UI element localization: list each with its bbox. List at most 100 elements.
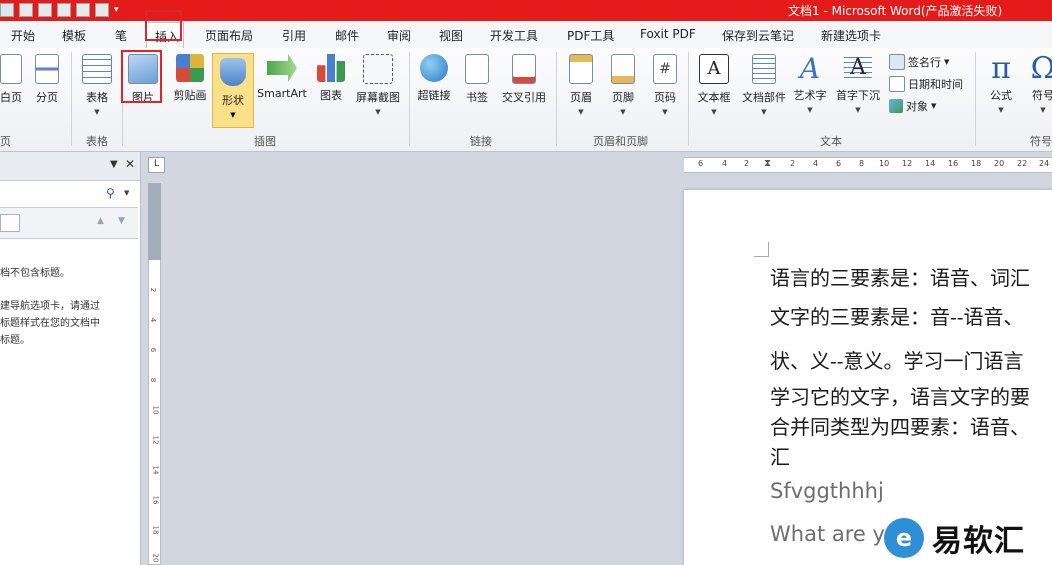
page-thumbnails-tab-icon[interactable] <box>0 214 20 232</box>
navigation-search-input[interactable]: ⚲ ▼ <box>0 181 138 208</box>
document-text-line[interactable]: 语言的三要素是：语音、词汇 <box>770 262 1030 291</box>
equation-button[interactable]: π 公式 ▼ <box>984 48 1018 130</box>
tab-save-cloud-note[interactable]: 保存到云笔记 <box>722 27 794 44</box>
date-time-label: 日期和时间 <box>908 78 963 91</box>
new-document-icon[interactable] <box>76 3 90 17</box>
cross-reference-button[interactable]: 交叉引用 <box>498 48 550 130</box>
nav-message-line: 建导航选项卡，请通过 <box>0 301 100 312</box>
next-heading-icon[interactable]: ▼ <box>118 216 125 226</box>
undo-icon[interactable] <box>0 3 14 17</box>
chart-label: 图表 <box>320 89 342 102</box>
tab-insert[interactable]: 插入 <box>146 22 184 49</box>
header-button[interactable]: 页眉 ▼ <box>564 48 598 130</box>
group-label-illustrations: 插图 <box>254 135 276 148</box>
horizontal-ruler[interactable]: 6 4 2 ⧗ 2 4 6 8 10 12 14 16 18 20 22 24 <box>684 157 1052 173</box>
tab-home[interactable]: 开始 <box>11 27 35 44</box>
header-label: 页眉 <box>570 91 592 104</box>
footer-button[interactable]: 页脚 ▼ <box>606 48 640 130</box>
group-label-tables: 表格 <box>86 135 108 148</box>
navigation-pane-header: ▼ ✕ <box>0 152 140 181</box>
textbox-label: 文本框 <box>697 91 731 104</box>
group-label-header-footer: 页眉和页脚 <box>593 135 648 148</box>
wordart-button[interactable]: A 艺术字 ▼ <box>790 48 830 130</box>
tab-foxit-pdf[interactable]: Foxit PDF <box>640 27 696 41</box>
textbox-icon: A <box>699 54 729 84</box>
object-button[interactable]: 对象 ▼ <box>889 98 936 114</box>
ruler-tick: 18 <box>151 525 160 535</box>
shapes-label: 形状 <box>222 94 244 107</box>
watermark-logo-icon: e <box>884 518 924 558</box>
drop-cap-button[interactable]: A 首字下沉 ▼ <box>832 48 884 130</box>
group-separator <box>409 52 410 146</box>
blank-page-button[interactable]: 白页 <box>0 48 24 130</box>
group-label-symbols: 符号 <box>1030 135 1052 148</box>
page-number-button[interactable]: # 页码 ▼ <box>648 48 682 130</box>
search-options-icon[interactable]: ▼ <box>124 189 129 197</box>
signature-line-button[interactable]: 签名行 ▼ <box>889 54 949 70</box>
document-text-line[interactable]: What are y <box>770 522 885 546</box>
tab-selector-button[interactable]: L <box>148 157 165 173</box>
signature-icon <box>889 54 905 70</box>
ruler-tick: 6 <box>698 159 704 168</box>
textbox-button[interactable]: A 文本框 ▼ <box>694 48 734 130</box>
tab-pen[interactable]: 笔 <box>115 27 127 44</box>
margin-corner-mark <box>754 242 769 257</box>
page-break-button[interactable]: 分页 <box>30 48 64 130</box>
redo-icon[interactable] <box>19 3 33 17</box>
document-text-line[interactable]: Sfvggthhhj <box>770 479 884 503</box>
ruler-tick: 2 <box>744 159 750 168</box>
open-icon[interactable] <box>95 3 109 17</box>
ruler-tick: 2 <box>790 159 796 168</box>
tab-references[interactable]: 引用 <box>282 27 306 44</box>
document-text-line[interactable]: 学习它的文字，语言文字的要 <box>770 381 1030 410</box>
ruler-tick: 10 <box>151 405 160 415</box>
close-icon[interactable]: ✕ <box>125 157 135 171</box>
indent-marker-icon[interactable]: ⧗ <box>764 158 771 169</box>
hyperlink-button[interactable]: 超链接 <box>414 48 454 130</box>
nav-message-line: 标题样式在您的文档中 <box>0 318 100 329</box>
watermark-text: 易软汇 <box>932 524 1025 559</box>
date-time-button[interactable]: 日期和时间 <box>889 76 963 92</box>
tab-pdf-tools[interactable]: PDF工具 <box>567 27 614 44</box>
symbol-dropdown-icon: ▼ <box>1040 106 1046 114</box>
screenshot-label: 屏幕截图 <box>356 91 400 104</box>
pi-icon: π <box>991 51 1011 86</box>
previous-heading-icon[interactable]: ▲ <box>97 216 104 226</box>
document-text-line[interactable]: 状、义--意义。学习一门语言 <box>770 345 1024 374</box>
search-icon[interactable]: ⚲ <box>106 186 115 200</box>
tab-new-tab[interactable]: 新建选项卡 <box>821 27 881 44</box>
bookmark-button[interactable]: 书签 <box>462 48 492 130</box>
object-icon <box>889 99 903 113</box>
tab-review[interactable]: 审阅 <box>387 27 411 44</box>
shapes-button[interactable]: 形状 ▼ <box>212 53 254 128</box>
smartart-button[interactable]: SmartArt <box>256 48 308 130</box>
ruler-tick: 18 <box>971 159 982 168</box>
document-text-line[interactable]: 合并同类型为四要素：语音、 <box>770 411 1030 440</box>
document-text-line[interactable]: 汇 <box>770 441 790 470</box>
ruler-tick: 14 <box>151 465 160 475</box>
tab-developer[interactable]: 开发工具 <box>490 27 538 44</box>
tab-mailings[interactable]: 邮件 <box>335 27 359 44</box>
document-page[interactable] <box>684 190 1052 565</box>
chart-button[interactable]: 图表 <box>314 48 348 130</box>
clipart-button[interactable]: 剪贴画 <box>170 48 210 130</box>
tab-template[interactable]: 模板 <box>62 27 86 44</box>
document-text-line[interactable]: 文字的三要素是：音--语音、 <box>770 301 1024 330</box>
screenshot-button[interactable]: 屏幕截图 ▼ <box>352 48 404 130</box>
table-button[interactable]: 表格 ▼ <box>80 48 114 130</box>
header-dropdown-icon: ▼ <box>578 108 584 116</box>
ruler-tick: 10 <box>879 159 890 168</box>
clipart-label: 剪贴画 <box>173 89 207 102</box>
ruler-tick: 16 <box>151 495 160 505</box>
customize-toolbar-icon[interactable]: ▾ <box>114 5 119 15</box>
footer-icon <box>611 54 635 84</box>
tab-view[interactable]: 视图 <box>439 27 463 44</box>
print-preview-icon[interactable] <box>57 3 71 17</box>
page-break-icon <box>35 54 59 84</box>
quick-parts-button[interactable]: 文档部件 ▼ <box>738 48 790 130</box>
symbol-button[interactable]: Ω 符号 ▼ <box>1026 48 1052 130</box>
pane-menu-icon[interactable]: ▼ <box>110 159 118 170</box>
edit-icon[interactable] <box>38 3 52 17</box>
watermark: e 易软汇 <box>884 515 1025 561</box>
tab-page-layout[interactable]: 页面布局 <box>205 27 253 44</box>
